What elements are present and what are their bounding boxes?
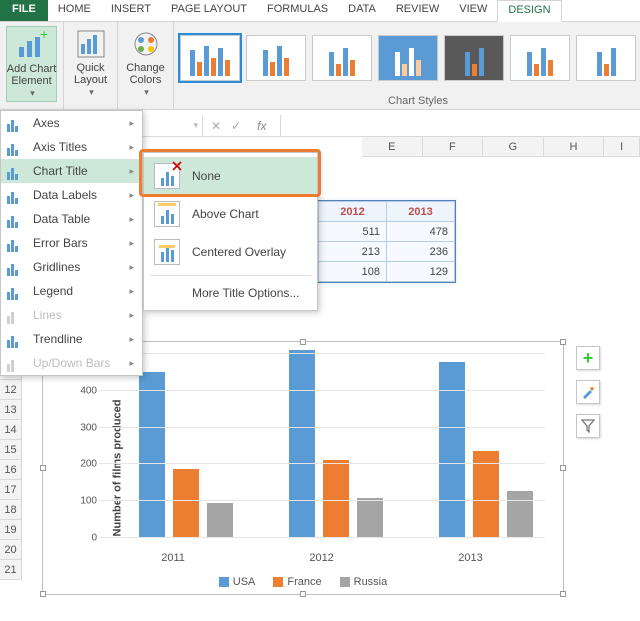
chart-style-3[interactable] [312, 35, 372, 81]
bar-France-2011 [173, 469, 199, 538]
tab-view[interactable]: VIEW [449, 0, 497, 21]
add-chart-element-menu: Axes▸ Axis Titles▸ Chart Title▸ Data Lab… [0, 110, 143, 376]
legend-item-USA: USA [219, 576, 256, 588]
submenu-none[interactable]: None [144, 157, 317, 195]
add-chart-element-icon: + [16, 29, 48, 61]
add-chart-element-label: Add Chart Element [7, 63, 57, 87]
row-header[interactable]: 21 [0, 560, 22, 580]
quick-layout-button[interactable]: Quick Layout [70, 26, 111, 100]
menu-data-labels[interactable]: Data Labels▸ [1, 183, 142, 207]
change-colors-icon [130, 28, 162, 60]
row-header[interactable]: 19 [0, 520, 22, 540]
tab-design[interactable]: DESIGN [497, 0, 561, 22]
row-header[interactable]: 14 [0, 420, 22, 440]
bar-Russia-2013 [507, 491, 533, 538]
bar-USA-2013 [439, 362, 465, 538]
chart-elements-button[interactable]: + [576, 346, 600, 370]
bar-USA-2011 [139, 372, 165, 538]
row-header[interactable]: 15 [0, 440, 22, 460]
chart-style-1[interactable] [180, 35, 240, 81]
enter-icon: ✓ [231, 119, 241, 133]
row-header[interactable]: 18 [0, 500, 22, 520]
row-header[interactable]: 13 [0, 400, 22, 420]
x-tick-label: 2011 [161, 552, 185, 564]
above-chart-icon [154, 201, 180, 227]
row-header[interactable]: 20 [0, 540, 22, 560]
cancel-icon: ✕ [211, 119, 221, 133]
tab-file[interactable]: FILE [0, 0, 48, 21]
plot-area [99, 356, 545, 538]
menu-chart-title[interactable]: Chart Title▸ [1, 159, 142, 183]
menu-trendline[interactable]: Trendline▸ [1, 327, 142, 351]
row-header[interactable]: 12 [0, 380, 22, 400]
chart-side-buttons: + [576, 346, 600, 438]
col-header[interactable]: H [544, 137, 605, 157]
ribbon-tab-bar: FILE HOME INSERT PAGE LAYOUT FORMULAS DA… [0, 0, 640, 22]
chart-styles-gallery[interactable]: ▴▾ [180, 26, 640, 86]
bar-USA-2012 [289, 350, 315, 538]
ribbon: + Add Chart Element Quick Layout Change … [0, 22, 640, 110]
submenu-centered-overlay[interactable]: Centered Overlay [144, 233, 317, 271]
menu-legend[interactable]: Legend▸ [1, 279, 142, 303]
bar-France-2012 [323, 460, 349, 538]
fx-icon[interactable]: fx [251, 119, 272, 133]
submenu-more-options[interactable]: More Title Options... [144, 280, 317, 306]
col-header[interactable]: G [483, 137, 544, 157]
change-colors-label: Change Colors [126, 62, 165, 86]
col-header[interactable]: I [604, 137, 640, 157]
chart-style-6[interactable] [510, 35, 570, 81]
tab-data[interactable]: DATA [338, 0, 386, 21]
chart-style-4[interactable] [378, 35, 438, 81]
tab-page-layout[interactable]: PAGE LAYOUT [161, 0, 257, 21]
x-tick-label: 2012 [309, 552, 333, 564]
tab-formulas[interactable]: FORMULAS [257, 0, 338, 21]
svg-text:+: + [40, 31, 47, 42]
chart-title-submenu: None Above Chart Centered Overlay More T… [143, 152, 318, 311]
x-tick-label: 2013 [458, 552, 482, 564]
legend-item-France: France [273, 576, 321, 588]
tab-insert[interactable]: INSERT [101, 0, 161, 21]
add-chart-element-button[interactable]: + Add Chart Element [6, 26, 57, 102]
quick-layout-label: Quick Layout [74, 62, 107, 86]
tab-review[interactable]: REVIEW [386, 0, 449, 21]
quick-layout-icon [75, 28, 107, 60]
change-colors-button[interactable]: Change Colors [124, 26, 167, 100]
chart-style-7[interactable] [576, 35, 636, 81]
tab-home[interactable]: HOME [48, 0, 101, 21]
legend-item-Russia: Russia [340, 576, 388, 588]
chart-filter-button[interactable] [576, 414, 600, 438]
bar-Russia-2012 [357, 498, 383, 538]
none-icon [154, 163, 180, 189]
menu-axis-titles[interactable]: Axis Titles▸ [1, 135, 142, 159]
data-selection[interactable]: 20122013 511478 213236 108129 [317, 200, 456, 283]
col-header[interactable]: E [362, 137, 423, 157]
chart-style-2[interactable] [246, 35, 306, 81]
row-header[interactable]: 16 [0, 460, 22, 480]
chart-legend: USA France Russia [43, 576, 563, 588]
menu-updown-bars: Up/Down Bars▸ [1, 351, 142, 375]
col-header[interactable]: F [423, 137, 484, 157]
chart-style-5[interactable] [444, 35, 504, 81]
submenu-above-chart[interactable]: Above Chart [144, 195, 317, 233]
embedded-chart[interactable]: Number of films produced 010020030040050… [42, 341, 564, 595]
chart-styles-button[interactable] [576, 380, 600, 404]
bar-Russia-2011 [207, 503, 233, 538]
row-header[interactable]: 17 [0, 480, 22, 500]
menu-error-bars[interactable]: Error Bars▸ [1, 231, 142, 255]
menu-gridlines[interactable]: Gridlines▸ [1, 255, 142, 279]
chart-styles-label: Chart Styles [180, 95, 640, 107]
menu-lines: Lines▸ [1, 303, 142, 327]
name-box[interactable]: ▾ [143, 115, 203, 136]
formula-bar: ▾ ✕ ✓ fx [143, 115, 640, 137]
menu-axes[interactable]: Axes▸ [1, 111, 142, 135]
centered-overlay-icon [154, 239, 180, 265]
menu-data-table[interactable]: Data Table▸ [1, 207, 142, 231]
